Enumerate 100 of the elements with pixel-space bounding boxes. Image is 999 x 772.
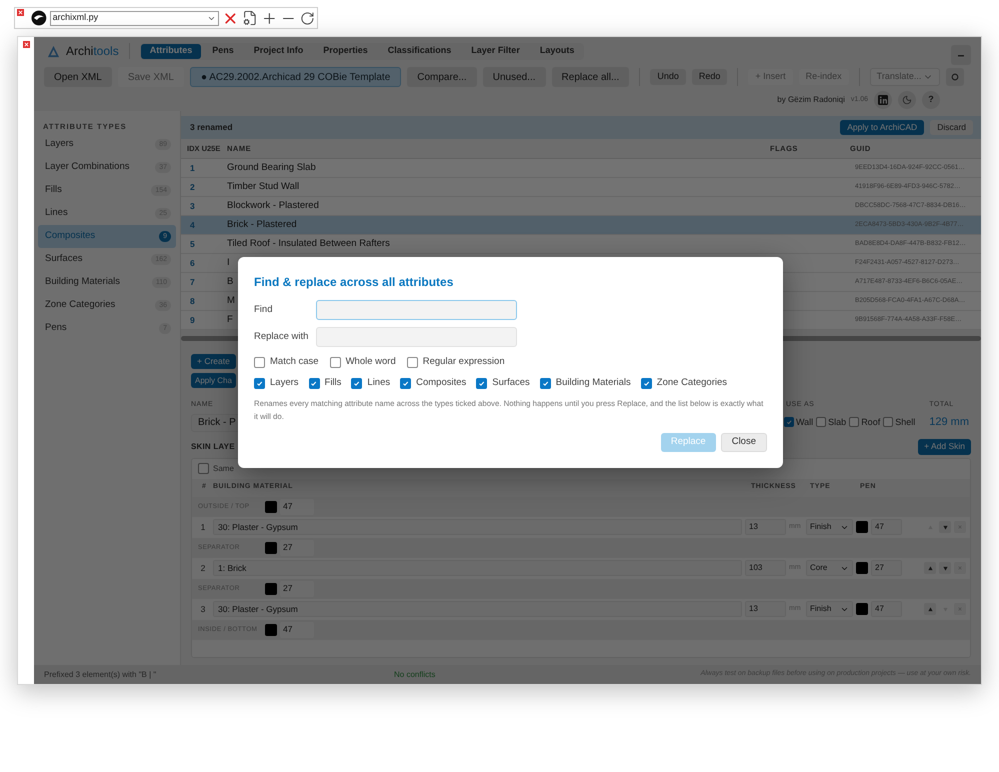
- total-value: 129 mm: [929, 414, 969, 430]
- circle-icon: [950, 73, 959, 81]
- pen-color-swatch[interactable]: [265, 500, 277, 513]
- check-icon: [353, 380, 360, 387]
- thickness-field[interactable]: 13: [745, 601, 786, 618]
- checkbox[interactable]: [254, 356, 265, 368]
- pen-field[interactable]: 27: [280, 580, 314, 597]
- checkbox[interactable]: [330, 356, 341, 368]
- toolbar-button[interactable]: Compare...: [407, 67, 477, 87]
- move-down-button[interactable]: [939, 562, 951, 574]
- linkedin-button[interactable]: [874, 91, 892, 109]
- tab[interactable]: Layouts: [530, 44, 584, 58]
- checkbox[interactable]: [816, 417, 826, 428]
- checkbox[interactable]: [883, 417, 894, 428]
- pen-color-swatch[interactable]: [265, 582, 277, 595]
- checkbox[interactable]: [308, 378, 320, 389]
- theme-button[interactable]: [898, 91, 916, 109]
- close-button[interactable]: Close: [720, 433, 767, 452]
- moon-icon: [902, 95, 912, 105]
- pen-field[interactable]: 27: [280, 540, 314, 556]
- checkbox[interactable]: [351, 378, 362, 389]
- thickness-field[interactable]: 103: [745, 560, 786, 576]
- index-cell-text: 6: [189, 256, 196, 270]
- checkbox[interactable]: [784, 417, 794, 428]
- name-cell-text: Timber Stud Wall: [226, 180, 300, 194]
- field-label: Replace with: [254, 330, 310, 344]
- pen-color-swatch[interactable]: [856, 521, 868, 534]
- checkbox[interactable]: [254, 378, 265, 389]
- checkbox-label: Lines: [367, 376, 390, 390]
- file-gear-icon[interactable]: [242, 10, 258, 26]
- tab[interactable]: Layer Filter: [462, 44, 529, 58]
- move-up-button[interactable]: [924, 562, 936, 574]
- checkbox[interactable]: [640, 378, 652, 389]
- close-icon[interactable]: [17, 9, 24, 16]
- check-icon: [542, 380, 549, 387]
- checkbox[interactable]: [540, 378, 551, 389]
- material-field[interactable]: 30: Plaster - Gypsum: [213, 519, 742, 536]
- checkbox[interactable]: [198, 463, 209, 474]
- toolbar-button[interactable]: Replace all...: [552, 67, 630, 87]
- name-cell-text: Ground Bearing Slab: [226, 160, 316, 175]
- checkbox-label: Whole word: [346, 355, 396, 369]
- index-cell-text: 7: [189, 276, 196, 288]
- replace-field[interactable]: [316, 327, 517, 347]
- pen-color-swatch[interactable]: [265, 624, 277, 636]
- rotate-icon[interactable]: [300, 10, 315, 26]
- file-combobox[interactable]: archixml.py: [50, 10, 220, 26]
- add-skin-button[interactable]: + Add Skin: [918, 438, 971, 454]
- pen-field[interactable]: 47: [871, 519, 902, 536]
- pen-color-swatch[interactable]: [265, 542, 277, 554]
- checkbox[interactable]: [406, 356, 418, 368]
- tab[interactable]: Attributes: [140, 44, 202, 58]
- index-cell-text: 1: [189, 162, 196, 174]
- type-select[interactable]: Finish: [806, 601, 853, 618]
- check-icon: [310, 380, 318, 387]
- settings-button[interactable]: [946, 68, 964, 86]
- pen-field[interactable]: 47: [280, 622, 314, 638]
- find-field[interactable]: [316, 300, 517, 320]
- help-button[interactable]: ?: [922, 91, 940, 109]
- toolbar-button[interactable]: Redo: [692, 69, 728, 85]
- pen-field[interactable]: 47: [871, 601, 902, 618]
- conflict-status: No conflicts: [394, 668, 436, 680]
- logo-icon: [47, 44, 60, 58]
- pen-color-swatch[interactable]: [856, 603, 868, 616]
- tab[interactable]: Properties: [314, 44, 377, 58]
- index-cell-text: 2: [189, 180, 196, 194]
- pen-color-swatch[interactable]: [856, 562, 868, 574]
- apply-button[interactable]: Apply to ArchiCAD: [840, 120, 924, 135]
- checkbox[interactable]: [849, 417, 860, 428]
- pen-field[interactable]: 27: [871, 560, 902, 576]
- tab[interactable]: Project Info: [244, 44, 312, 58]
- check-icon: [786, 419, 792, 426]
- minimize-button[interactable]: –: [951, 45, 971, 65]
- check-icon: [256, 380, 264, 387]
- move-up-button[interactable]: [924, 603, 936, 616]
- name-cell-text: I: [226, 256, 230, 270]
- create-button[interactable]: + Create: [191, 354, 236, 369]
- name-cell-text: Brick - Plastered: [226, 218, 297, 232]
- name-cell-text: Blockwork - Plastered: [226, 198, 319, 213]
- checkbox-label: Roof: [861, 416, 880, 428]
- toolbar-button[interactable]: Unused...: [482, 67, 546, 87]
- checkbox[interactable]: [476, 378, 488, 389]
- pen-field[interactable]: 47: [280, 498, 314, 515]
- material-field[interactable]: 1: Brick: [213, 560, 742, 576]
- type-select[interactable]: Core: [806, 560, 853, 576]
- type-select[interactable]: Finish: [806, 519, 853, 536]
- template-button[interactable]: ● AC29.2002.Archicad 29 COBie Template: [190, 67, 402, 87]
- toolbar-button[interactable]: Undo: [650, 69, 686, 85]
- tab[interactable]: Classifications: [378, 44, 460, 58]
- discard-button[interactable]: Discard: [930, 120, 973, 135]
- tab[interactable]: Pens: [203, 44, 243, 58]
- thickness-field[interactable]: 13: [745, 519, 786, 536]
- index-cell-text: 5: [189, 238, 196, 250]
- move-down-button[interactable]: [939, 521, 951, 534]
- checkbox[interactable]: [400, 378, 412, 389]
- apply-changes-button[interactable]: Apply Cha: [191, 373, 236, 388]
- up-arrow-icon: [928, 566, 932, 571]
- material-field[interactable]: 30: Plaster - Gypsum: [213, 601, 742, 618]
- status-message: Prefixed 3 element(s) with "B | ": [44, 668, 158, 680]
- toolbar-button[interactable]: Open XML: [44, 67, 112, 87]
- close-icon[interactable]: [22, 41, 30, 48]
